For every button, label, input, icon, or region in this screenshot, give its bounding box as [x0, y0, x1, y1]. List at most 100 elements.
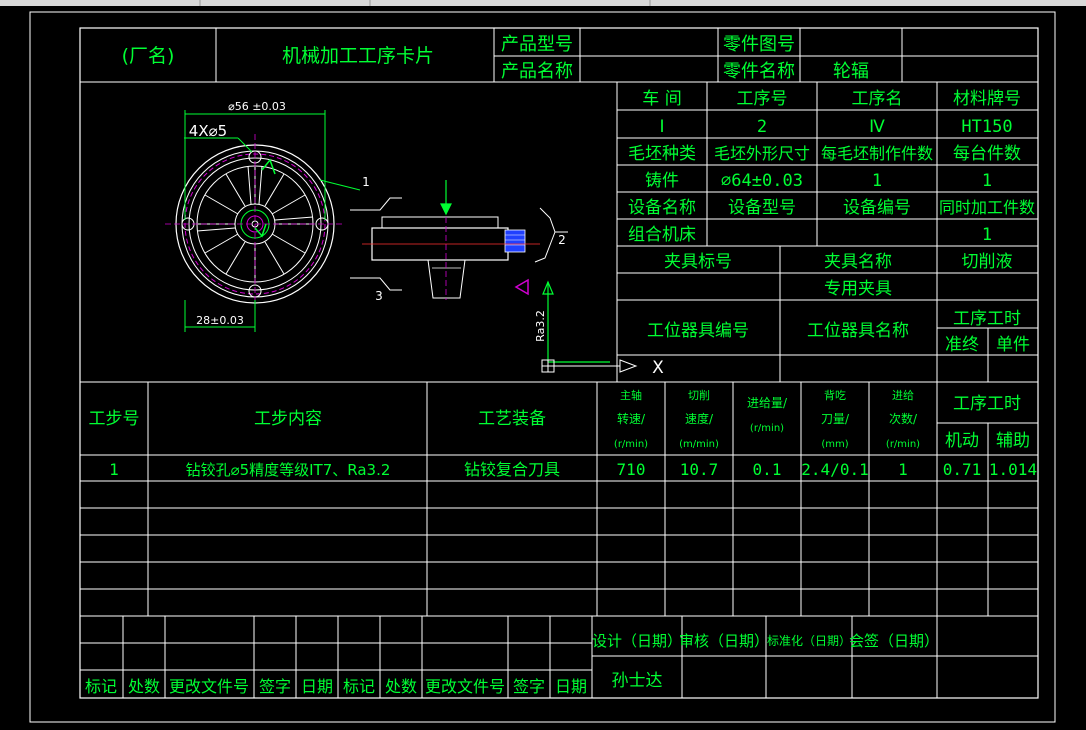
equip-name-label: 设备名称	[628, 198, 696, 218]
blank-type-label: 毛坯种类	[628, 144, 696, 164]
factory-name: (厂名)	[122, 45, 175, 67]
feed-header-2: (r/min)	[750, 423, 784, 434]
design-label: 设计（日期）	[592, 632, 682, 650]
steps-table: 工步号 工步内容 工艺装备 主轴 转速/ (r/min) 切削 速度/ (m/m…	[89, 388, 1038, 479]
revision-doc-label-2: 更改文件号	[425, 677, 505, 696]
designer-name: 孙士达	[612, 671, 663, 691]
equip-no-label: 设备编号	[843, 198, 911, 218]
callout-2: 2	[558, 233, 566, 247]
cutting-header-3: (m/min)	[679, 439, 719, 450]
coolant-label: 切削液	[962, 252, 1013, 272]
callout-3: 3	[375, 289, 383, 303]
dim-inner: 28±0.03	[196, 314, 244, 327]
revision-date-label: 日期	[301, 677, 333, 696]
info-table: 车 间 工序号 工序名 材料牌号 Ⅰ 2 Ⅳ HT150 毛坯种类 毛坯外形尺寸…	[628, 89, 1035, 355]
cutting-header-1: 切削	[688, 388, 710, 402]
fixture-name-label: 夹具名称	[824, 252, 892, 272]
drawing-annotations: ⌀56 ±0.03 4X⌀5 28±0.03 1 2 3 Ra3.2 X	[189, 100, 664, 378]
revision-mark-label-2: 标记	[343, 677, 375, 696]
unit-label: 单件	[996, 335, 1030, 355]
revision-mark-label: 标记	[85, 677, 117, 696]
roughness-label: Ra3.2	[534, 310, 547, 342]
blank-type-value: 铸件	[645, 171, 679, 191]
blank-size-value: ⌀64±0.03	[721, 171, 803, 191]
product-model-label: 产品型号	[501, 34, 573, 55]
callout-1: 1	[362, 175, 370, 189]
fixture-no-label: 夹具标号	[664, 252, 732, 272]
revision-count-label: 处数	[128, 677, 160, 696]
row-aux-time: 1.014	[989, 460, 1037, 479]
time-header: 工序工时	[953, 394, 1021, 414]
row-spindle: 710	[617, 460, 646, 479]
process-name-value: Ⅳ	[869, 117, 885, 137]
passes-header-2: 次数/	[889, 411, 918, 426]
product-name-label: 产品名称	[501, 61, 573, 82]
material-value: HT150	[961, 117, 1012, 137]
row-step-no: 1	[109, 460, 119, 479]
axis-x-label: X	[652, 358, 664, 378]
pieces-per-machine-label: 每台件数	[953, 144, 1021, 164]
row-machine-time: 0.71	[943, 460, 982, 479]
blank-size-label: 毛坯外形尺寸	[714, 144, 810, 163]
spindle-header-3: (r/min)	[614, 439, 648, 450]
equip-model-label: 设备型号	[728, 198, 796, 218]
passes-header-3: (r/min)	[886, 439, 920, 450]
workshop-value: Ⅰ	[659, 117, 664, 137]
aux-header: 辅助	[996, 431, 1030, 451]
material-label: 材料牌号	[953, 89, 1021, 109]
pieces-per-blank-label: 每毛坯制作件数	[821, 144, 933, 163]
revision-count-label-2: 处数	[385, 677, 417, 696]
process-no-value: 2	[757, 117, 767, 137]
simultaneous-label: 同时加工件数	[939, 198, 1035, 217]
countersign-label: 会签（日期）	[849, 632, 939, 650]
row-depth: 2.4/0.1	[801, 460, 868, 479]
card-title: 机械加工工序卡片	[282, 45, 434, 67]
top-window-strip	[0, 0, 1086, 6]
passes-header-1: 进给	[892, 389, 914, 402]
cutting-header-2: 速度/	[685, 411, 714, 426]
signoff-block: 设计（日期） 审核（日期） 标准化（日期） 会签（日期） 孙士达 标记 处数 更…	[85, 632, 939, 696]
equipment-header: 工艺装备	[478, 409, 546, 429]
pieces-per-blank-value: 1	[872, 171, 882, 191]
row-equipment: 钻铰复合刀具	[464, 460, 560, 479]
title-block: (厂名) 机械加工工序卡片 产品型号 产品名称 零件图号 零件名称 轮辐	[122, 34, 869, 82]
depth-header-3: (mm)	[821, 439, 848, 450]
workshop-label: 车 间	[642, 89, 681, 109]
wheel-front-view	[165, 110, 361, 332]
step-no-header: 工步号	[89, 409, 140, 429]
part-name-label: 零件名称	[723, 61, 795, 82]
depth-header-2: 刀量/	[821, 412, 850, 426]
part-name-value: 轮辐	[833, 61, 869, 82]
simultaneous-value: 1	[982, 225, 992, 245]
equip-name-value: 组合机床	[628, 225, 696, 245]
process-name-label: 工序名	[852, 89, 903, 109]
feed-header-1: 进给量/	[747, 396, 788, 410]
process-card-drawing: (厂名) 机械加工工序卡片 产品型号 产品名称 零件图号 零件名称 轮辐 车 间…	[0, 0, 1086, 723]
content-header: 工步内容	[254, 409, 322, 429]
review-label: 审核（日期）	[679, 632, 769, 650]
standard-label: 标准化（日期）	[767, 634, 851, 648]
fixture-name-value: 专用夹具	[824, 279, 892, 299]
revision-doc-label: 更改文件号	[169, 677, 249, 696]
depth-header-1: 背吃	[824, 388, 846, 402]
revision-date-label-2: 日期	[555, 677, 587, 696]
process-time-label: 工序工时	[953, 309, 1021, 329]
prep-end-label: 准终	[945, 335, 979, 355]
station-tool-name-label: 工位器具名称	[807, 321, 909, 341]
wheel-side-view	[350, 180, 638, 373]
spindle-header-1: 主轴	[620, 388, 642, 402]
dim-holes: 4X⌀5	[189, 122, 227, 140]
process-no-label: 工序号	[737, 89, 788, 109]
spindle-header-2: 转速/	[617, 411, 646, 426]
pieces-per-machine-value: 1	[982, 171, 992, 191]
row-cutting: 10.7	[680, 460, 719, 479]
row-passes: 1	[898, 460, 908, 479]
revision-sign-label-2: 签字	[513, 677, 545, 696]
dim-outer-diameter: ⌀56 ±0.03	[228, 100, 286, 113]
station-tool-no-label: 工位器具编号	[647, 321, 749, 341]
machine-header: 机动	[945, 431, 979, 451]
row-content: 钻铰孔⌀5精度等级IT7、Ra3.2	[186, 461, 391, 479]
revision-sign-label: 签字	[259, 677, 291, 696]
row-feed: 0.1	[753, 460, 782, 479]
part-drawing-no-label: 零件图号	[723, 34, 795, 55]
